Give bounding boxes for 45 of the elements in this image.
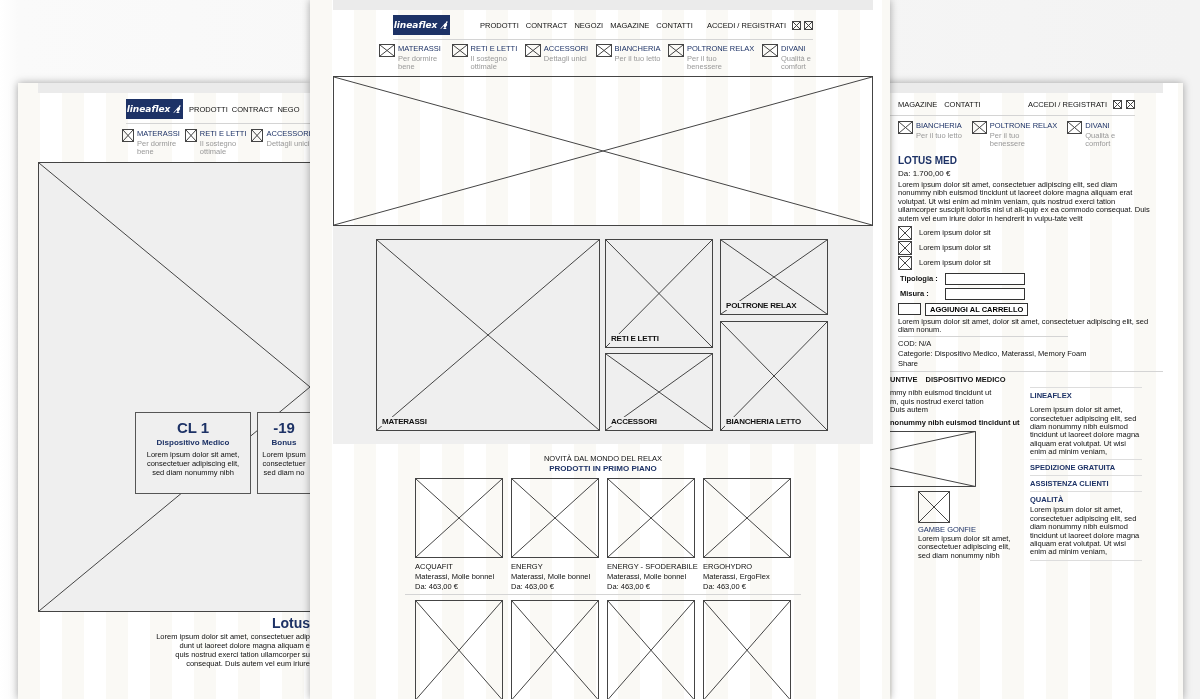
placeholder-icon: [184, 129, 197, 142]
tile-label: POLTRONE RELAX: [725, 300, 798, 310]
placeholder-icon: [668, 44, 684, 57]
tile-label: RETI E LETTI: [610, 333, 660, 343]
kangaroo-icon: [173, 104, 183, 114]
placeholder-icon: [451, 44, 468, 57]
category-tile[interactable]: MATERASSI: [376, 238, 600, 431]
section-heading: Lotus: [271, 614, 310, 631]
image-placeholder: [918, 491, 950, 523]
placeholder-icon: [804, 20, 813, 30]
quantity-field[interactable]: [898, 303, 921, 316]
placeholder-icon: [379, 44, 395, 57]
kangaroo-icon: [440, 20, 450, 30]
tile-label: ACCESSORI: [610, 416, 658, 426]
logo-text: lineaflex: [393, 20, 438, 30]
placeholder-icon: [971, 121, 987, 134]
product-title: LOTUS MED: [898, 154, 958, 166]
placeholder-icon: [595, 44, 612, 57]
placeholder-icon: [1067, 121, 1083, 134]
card-title: -19: [273, 418, 295, 436]
tile-label: BIANCHERIA LETTO: [725, 416, 803, 426]
placeholder-icon: [1113, 100, 1122, 109]
placeholder-icon: [898, 255, 912, 270]
category-tile[interactable]: RETI E LETTI: [605, 238, 713, 348]
placeholder-icon: [761, 44, 778, 57]
placeholder-icon: [524, 44, 541, 57]
input-field[interactable]: [945, 287, 1025, 300]
product-price: Da: 1.700,00 €: [898, 168, 952, 178]
placeholder-icon: [251, 129, 264, 142]
tile-label: MATERASSI: [381, 416, 428, 426]
placeholder-icon: [122, 129, 134, 142]
placeholder-icon: [898, 240, 912, 255]
card-subtitle: Dispositivo Medico: [156, 437, 230, 447]
card-title: CL 1: [176, 418, 210, 436]
input-field[interactable]: [945, 272, 1025, 285]
placeholder-icon: [792, 20, 801, 30]
logo-text: lineaflex: [126, 104, 171, 114]
placeholder-icon: [1126, 100, 1135, 109]
category-tile[interactable]: ACCESSORI: [605, 352, 713, 431]
placeholder-icon: [898, 121, 913, 134]
card-subtitle: Bonus: [271, 437, 297, 447]
section-heading: PRODOTTI IN PRIMO PIANO: [549, 463, 657, 473]
category-tile[interactable]: BIANCHERIA LETTO: [720, 320, 828, 431]
placeholder-icon: [898, 225, 912, 240]
category-tile[interactable]: POLTRONE RELAX: [720, 238, 828, 315]
